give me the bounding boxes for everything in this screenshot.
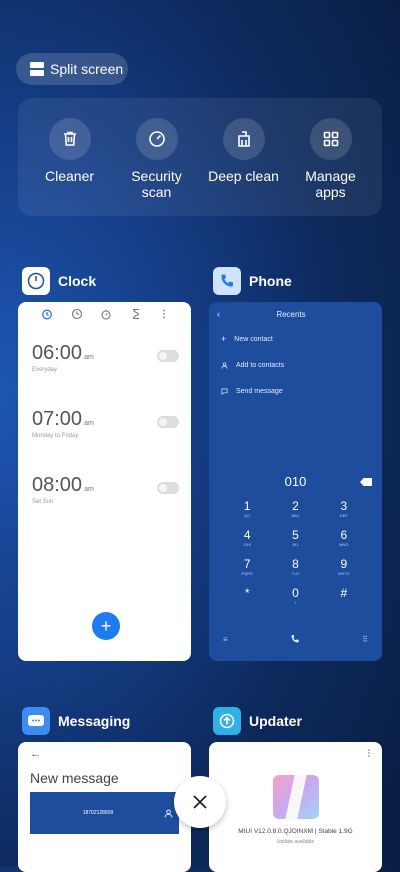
updater-app-card[interactable]: MIUI V12.0.8.0.QJOINXM | Stable 1.9G Upd… — [209, 742, 382, 872]
send-message-label: Send message — [236, 387, 283, 395]
dial-key[interactable]: 8 TUV — [271, 557, 319, 577]
alarm-days: Monday to Friday — [32, 433, 79, 439]
update-status: Update available — [276, 839, 315, 845]
clock-app-card[interactable]: 06:00 am Everyday 07:00 am Monday to Frida… — [18, 302, 191, 661]
split-screen-icon — [30, 62, 44, 76]
clock-app-header: Clock — [22, 267, 96, 295]
alarm-ampm: am — [84, 420, 94, 427]
messaging-app-name: Messaging — [58, 713, 131, 729]
phone-app-card[interactable]: ‹ Recents + New contact Add to contacts … — [209, 302, 382, 661]
add-alarm-button[interactable]: + — [92, 612, 120, 640]
recipient-field[interactable]: 18702128809 — [30, 792, 179, 834]
plus-icon: + — [221, 334, 227, 344]
menu-icon[interactable]: ≡ — [223, 635, 228, 644]
clock-app-icon — [22, 267, 50, 295]
recents-title: Recents — [276, 309, 306, 319]
dial-key[interactable]: 5 JKL — [271, 528, 319, 548]
security-scan-label: Security scan — [131, 168, 182, 200]
version-text: MIUI V12.0.8.0.QJOINXM | Stable 1.9G — [238, 828, 353, 835]
alarm-toggle[interactable] — [157, 416, 179, 428]
grid-icon — [309, 118, 352, 160]
phone-app-icon — [213, 267, 241, 295]
alarm-item[interactable]: 07:00 am Monday to Friday — [32, 408, 179, 452]
message-icon — [221, 388, 228, 395]
add-to-contacts-label: Add to contacts — [236, 361, 285, 369]
person-icon — [221, 361, 228, 369]
new-contact-label: New contact — [234, 335, 273, 343]
world-clock-tab-icon[interactable] — [71, 308, 83, 320]
dial-key[interactable]: 0 + — [271, 586, 319, 606]
send-message-item[interactable]: Send message — [209, 378, 382, 404]
updater-app-icon — [213, 707, 241, 735]
quick-tools-panel: Cleaner Security scan Deep clean Manage … — [18, 98, 382, 216]
dial-key[interactable]: 6 MNO — [320, 528, 368, 548]
alarm-time: 08:00 — [32, 474, 83, 496]
dial-key[interactable]: * — [223, 586, 271, 606]
messaging-app-icon — [22, 707, 50, 735]
alarm-ampm: am — [84, 354, 94, 361]
updater-app-header: Updater — [213, 707, 302, 735]
manage-apps-label: Manage apps — [305, 168, 356, 200]
miui-logo — [273, 775, 319, 819]
phone-app-name: Phone — [249, 273, 292, 289]
cleaner-label: Cleaner — [44, 168, 95, 184]
close-icon — [193, 795, 207, 809]
cleaner-button[interactable]: Cleaner — [30, 118, 110, 216]
keypad-icon[interactable]: ⠿ — [362, 635, 368, 644]
alarm-days: Sat Sun — [32, 499, 54, 505]
split-screen-label: Split screen — [50, 61, 124, 77]
phone-top-bar: ‹ Recents — [209, 302, 382, 326]
dial-key[interactable]: 1 QO — [223, 499, 271, 519]
messaging-app-card[interactable]: ← New message 18702128809 — [18, 742, 191, 872]
alarm-toggle[interactable] — [157, 350, 179, 362]
alarm-item[interactable]: 06:00 am Everyday — [32, 342, 179, 386]
trash-icon — [48, 118, 91, 160]
broom-icon — [222, 118, 265, 160]
security-scan-button[interactable]: Security scan — [117, 118, 197, 216]
updater-app-name: Updater — [249, 713, 302, 729]
alarm-item[interactable]: 08:00 am Sat Sun — [32, 474, 179, 518]
phone-app-header: Phone — [213, 267, 292, 295]
dial-key[interactable]: 9 WXYZ — [320, 557, 368, 577]
dialer-bottom-bar: ≡ ⠿ — [223, 634, 368, 644]
more-options-icon[interactable] — [366, 748, 372, 758]
dial-key[interactable]: # — [320, 586, 368, 606]
dialed-number: 010 — [284, 474, 307, 489]
dial-key[interactable]: 3 DEF — [320, 499, 368, 519]
close-all-button[interactable] — [174, 776, 226, 828]
timer-tab-icon[interactable] — [130, 308, 142, 320]
dial-key[interactable]: 4 GHI — [223, 528, 271, 548]
split-screen-button[interactable]: Split screen — [16, 53, 128, 85]
add-to-contacts-item[interactable]: Add to contacts — [209, 352, 382, 378]
call-icon[interactable] — [290, 634, 300, 644]
more-options-icon[interactable] — [160, 308, 168, 320]
dial-key[interactable]: 2 ABC — [271, 499, 319, 519]
dial-keypad: 1 QO 2 ABC 3 DEF 4 GHI 5 JKL 6 MNO 7 PQRS 8 TUV … — [223, 499, 368, 606]
alarm-time: 07:00 — [32, 408, 83, 430]
back-arrow-icon[interactable]: ← — [30, 748, 41, 760]
recipient-number: 18702128809 — [82, 810, 114, 816]
clock-app-name: Clock — [58, 273, 97, 289]
deep-clean-button[interactable]: Deep clean — [204, 118, 284, 216]
alarm-days: Everyday — [32, 367, 58, 373]
contact-icon[interactable] — [164, 809, 173, 818]
stopwatch-tab-icon[interactable] — [100, 308, 112, 320]
messaging-app-header: Messaging — [22, 707, 130, 735]
deep-clean-label: Deep clean — [208, 168, 279, 184]
dial-key[interactable]: 7 PQRS — [223, 557, 271, 577]
alarm-tab-icon[interactable] — [41, 308, 53, 320]
alarm-time: 06:00 — [32, 342, 83, 364]
new-message-title: New message — [30, 770, 119, 786]
manage-apps-button[interactable]: Manage apps — [291, 118, 371, 216]
new-contact-item[interactable]: + New contact — [209, 326, 382, 352]
clock-tabs — [18, 302, 191, 320]
alarm-toggle[interactable] — [157, 482, 179, 494]
speedometer-icon — [135, 118, 178, 160]
alarm-ampm: am — [84, 486, 94, 493]
